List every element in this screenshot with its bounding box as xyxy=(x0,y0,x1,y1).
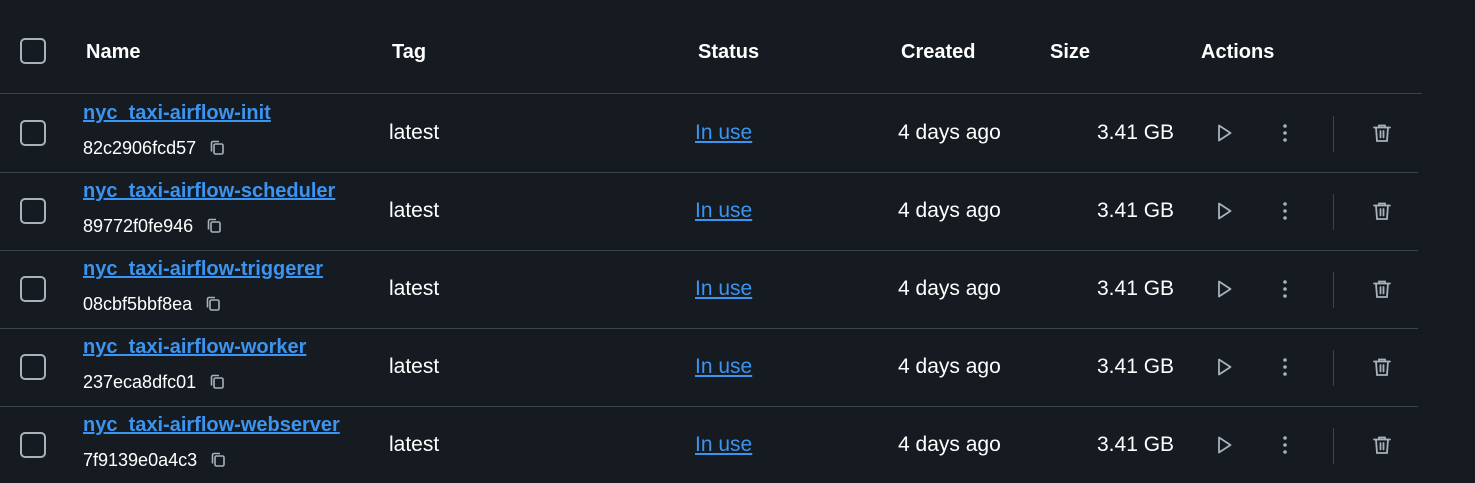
image-id-text: 237eca8dfc01 xyxy=(83,372,197,392)
table-row: nyc_taxi-airflow-webserver 7f9139e0a4c3 … xyxy=(0,406,1418,483)
image-id-text: 82c2906fcd57 xyxy=(83,138,197,158)
row-checkbox[interactable] xyxy=(20,198,46,224)
image-tag: latest xyxy=(389,355,440,378)
column-header-actions: Actions xyxy=(1201,41,1275,63)
column-header-name[interactable]: Name xyxy=(86,40,140,64)
image-created: 4 days ago xyxy=(898,121,1001,144)
image-created: 4 days ago xyxy=(898,199,1001,222)
column-header-size[interactable]: Size xyxy=(1050,40,1090,64)
select-all-checkbox[interactable] xyxy=(20,38,46,64)
image-name-link[interactable]: nyc_taxi-airflow-scheduler xyxy=(83,179,335,203)
actions-divider xyxy=(1333,350,1334,386)
image-created: 4 days ago xyxy=(898,355,1001,378)
copy-icon[interactable] xyxy=(208,139,226,157)
play-icon[interactable] xyxy=(1210,197,1238,225)
image-status-link[interactable]: In use xyxy=(695,277,752,301)
image-size: 3.41 GB xyxy=(1097,433,1175,456)
more-vertical-icon[interactable] xyxy=(1271,431,1299,459)
play-icon[interactable] xyxy=(1210,275,1238,303)
more-vertical-icon[interactable] xyxy=(1271,197,1299,225)
more-vertical-icon[interactable] xyxy=(1271,353,1299,381)
copy-icon[interactable] xyxy=(209,451,227,469)
table-row: nyc_taxi-airflow-init 82c2906fcd57 lates… xyxy=(0,94,1418,173)
image-tag: latest xyxy=(389,277,440,300)
actions-divider xyxy=(1333,272,1334,308)
image-created: 4 days ago xyxy=(898,277,1001,300)
image-status-link[interactable]: In use xyxy=(695,199,752,223)
image-name-link[interactable]: nyc_taxi-airflow-triggerer xyxy=(83,257,323,281)
column-header-status[interactable]: Status xyxy=(698,40,759,64)
image-id-text: 08cbf5bbf8ea xyxy=(83,294,193,314)
play-icon[interactable] xyxy=(1210,119,1238,147)
copy-icon[interactable] xyxy=(208,373,226,391)
column-header-tag[interactable]: Tag xyxy=(392,40,426,64)
image-size: 3.41 GB xyxy=(1097,121,1175,144)
play-icon[interactable] xyxy=(1210,431,1238,459)
image-size: 3.41 GB xyxy=(1097,277,1175,300)
image-id: 89772f0fe946 xyxy=(83,215,223,237)
actions-divider xyxy=(1333,428,1334,464)
image-tag: latest xyxy=(389,433,440,456)
image-name-link[interactable]: nyc_taxi-airflow-webserver xyxy=(83,413,340,437)
image-tag: latest xyxy=(389,121,440,144)
image-name-link[interactable]: nyc_taxi-airflow-init xyxy=(83,101,271,125)
more-vertical-icon[interactable] xyxy=(1271,119,1299,147)
column-header-created[interactable]: Created xyxy=(901,40,975,64)
image-id: 08cbf5bbf8ea xyxy=(83,293,222,315)
image-tag: latest xyxy=(389,199,440,222)
image-created: 4 days ago xyxy=(898,433,1001,456)
trash-icon[interactable] xyxy=(1368,197,1396,225)
actions-divider xyxy=(1333,116,1334,152)
image-status-link[interactable]: In use xyxy=(695,355,752,379)
image-id: 7f9139e0a4c3 xyxy=(83,449,227,471)
table-row: nyc_taxi-airflow-scheduler 89772f0fe946 … xyxy=(0,172,1418,251)
image-name-link[interactable]: nyc_taxi-airflow-worker xyxy=(83,335,306,359)
row-checkbox[interactable] xyxy=(20,120,46,146)
image-status-link[interactable]: In use xyxy=(695,433,752,457)
image-id-text: 7f9139e0a4c3 xyxy=(83,450,198,470)
table-row: nyc_taxi-airflow-worker 237eca8dfc01 lat… xyxy=(0,328,1418,407)
trash-icon[interactable] xyxy=(1368,119,1396,147)
play-icon[interactable] xyxy=(1210,353,1238,381)
copy-icon[interactable] xyxy=(205,217,223,235)
image-size: 3.41 GB xyxy=(1097,355,1175,378)
more-vertical-icon[interactable] xyxy=(1271,275,1299,303)
image-status-link[interactable]: In use xyxy=(695,121,752,145)
image-id: 82c2906fcd57 xyxy=(83,137,226,159)
image-id-text: 89772f0fe946 xyxy=(83,216,194,236)
row-checkbox[interactable] xyxy=(20,354,46,380)
trash-icon[interactable] xyxy=(1368,275,1396,303)
row-checkbox[interactable] xyxy=(20,276,46,302)
image-size: 3.41 GB xyxy=(1097,199,1175,222)
row-checkbox[interactable] xyxy=(20,432,46,458)
trash-icon[interactable] xyxy=(1368,353,1396,381)
images-table: Name Tag Status Created Size Actions nyc… xyxy=(0,0,1475,483)
actions-divider xyxy=(1333,194,1334,230)
image-id: 237eca8dfc01 xyxy=(83,371,226,393)
table-header: Name Tag Status Created Size Actions xyxy=(0,0,1422,94)
copy-icon[interactable] xyxy=(204,295,222,313)
table-row: nyc_taxi-airflow-triggerer 08cbf5bbf8ea … xyxy=(0,250,1418,329)
trash-icon[interactable] xyxy=(1368,431,1396,459)
